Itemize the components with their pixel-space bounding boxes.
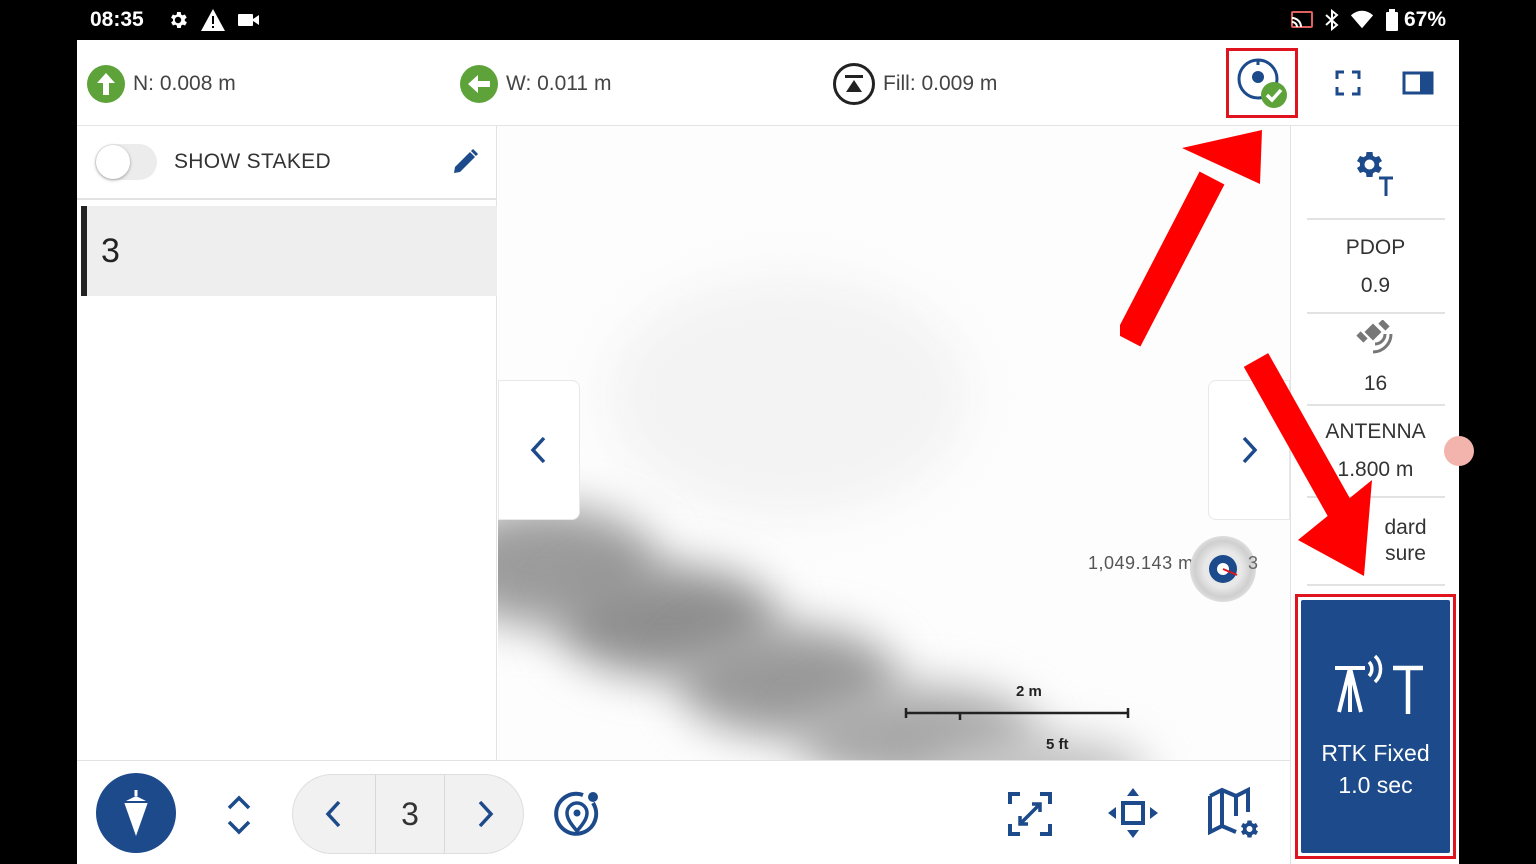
antenna-height: 1.800 m	[1337, 458, 1414, 481]
pdop-value: 0.9	[1360, 274, 1391, 297]
satellite-count: 16	[1363, 372, 1388, 395]
chevron-up-down-icon	[227, 795, 251, 835]
bottom-toolbar: 3	[77, 760, 1290, 864]
toggle-panel-button[interactable]	[1401, 66, 1435, 100]
rtk-status-button[interactable]: RTK Fixed 1.0 sec	[1295, 594, 1456, 859]
gnss-status-button[interactable]	[1226, 48, 1298, 118]
list-header: SHOW STAKED	[77, 126, 497, 200]
rtk-status-text: RTK Fixed	[1321, 740, 1430, 766]
target-point-label: 3	[1248, 553, 1259, 573]
list-item-label: 3	[101, 232, 120, 270]
measure-point-button[interactable]	[96, 773, 176, 853]
show-staked-toggle[interactable]	[95, 144, 157, 180]
scale-label-feet: 5 ft	[1046, 736, 1069, 753]
point-pager: 3	[292, 774, 524, 854]
rover-tripod-icon	[1335, 654, 1423, 714]
fullscreen-button[interactable]	[1331, 66, 1365, 100]
rtk-interval-text: 1.0 sec	[1338, 772, 1413, 798]
chevron-right-icon	[1242, 436, 1258, 464]
info-divider	[1307, 404, 1445, 406]
stake-plumb-icon	[124, 790, 148, 836]
info-divider	[1307, 312, 1445, 314]
gear-tripod-icon	[1357, 152, 1393, 196]
map-pin-target-icon	[554, 791, 599, 836]
settings-icon	[166, 8, 190, 32]
center-position-button[interactable]	[1105, 785, 1161, 841]
map-gear-icon	[1208, 786, 1258, 838]
fill-delta: Fill: 0.009 m	[833, 63, 998, 105]
scale-label-meters: 2 m	[1016, 683, 1042, 700]
west-delta-text: W: 0.011 m	[506, 72, 612, 95]
chevron-right-icon	[478, 800, 494, 828]
measure-settings-button[interactable]	[1347, 144, 1401, 198]
arrow-left-icon	[460, 65, 498, 103]
pager-current-point: 3	[375, 775, 445, 853]
status-bar: 08:35 67%	[0, 0, 1536, 40]
zoom-extents-icon	[1008, 792, 1052, 836]
pdop-label: PDOP	[1345, 236, 1406, 259]
gnss-position-check-icon	[1237, 58, 1287, 108]
position-cursor-icon	[1209, 555, 1238, 583]
fill-delta-text: Fill: 0.009 m	[883, 72, 998, 95]
west-delta: W: 0.011 m	[460, 64, 611, 104]
stakeout-delta-bar: N: 0.008 m W: 0.011 m Fill: 0.009 m	[77, 40, 1459, 126]
cast-icon	[1290, 8, 1314, 32]
bluetooth-icon	[1320, 8, 1344, 32]
side-panel-icon	[1402, 71, 1434, 95]
satellite-icon	[1353, 319, 1397, 360]
measure-method-line2: sure	[1385, 542, 1426, 565]
next-point-button[interactable]	[1208, 380, 1290, 520]
info-divider	[1307, 496, 1445, 498]
arrow-up-icon	[87, 65, 125, 103]
fill-icon	[833, 63, 875, 105]
zoom-extents-button[interactable]	[1005, 789, 1055, 839]
app-window: N: 0.008 m W: 0.011 m Fill: 0.009 m SHOW…	[77, 40, 1459, 864]
video-camera-icon	[237, 8, 261, 32]
screen-edge-indicator	[1444, 436, 1474, 466]
chevron-left-icon	[530, 436, 546, 464]
target-distance-label: 1,049.143 m	[1088, 553, 1194, 573]
north-delta: N: 0.008 m	[87, 64, 236, 104]
toggle-knob	[96, 145, 130, 179]
stakeout-list-panel: SHOW STAKED 3	[77, 126, 497, 760]
info-divider	[1307, 584, 1445, 586]
pencil-icon	[454, 148, 479, 173]
warning-icon	[201, 8, 225, 32]
north-delta-text: N: 0.008 m	[133, 72, 236, 95]
edit-list-button[interactable]	[447, 144, 483, 180]
pager-previous-button[interactable]	[293, 775, 375, 853]
antenna-label: ANTENNA	[1325, 420, 1426, 443]
fullscreen-icon	[1335, 70, 1361, 96]
pager-next-button[interactable]	[445, 775, 525, 853]
map-scale-bar	[904, 708, 1130, 720]
measure-method-line1: dard	[1384, 516, 1427, 539]
battery-percent: 67%	[1404, 8, 1447, 31]
map-view[interactable]: 1,049.143 m 3 2 m 5 ft	[498, 126, 1290, 760]
battery-icon	[1380, 8, 1404, 32]
show-staked-label: SHOW STAKED	[174, 150, 331, 173]
expand-collapse-button[interactable]	[222, 793, 256, 837]
list-item[interactable]: 3	[81, 206, 497, 296]
gnss-info-panel: PDOP 0.9 16 ANTENNA 1.800 m dard sure RT…	[1290, 126, 1459, 864]
status-time: 08:35	[90, 8, 144, 31]
current-position-marker[interactable]	[1190, 536, 1256, 602]
chevron-left-icon	[325, 800, 341, 828]
map-settings-button[interactable]	[1205, 785, 1265, 845]
wifi-icon	[1350, 8, 1374, 32]
previous-point-button[interactable]	[498, 380, 580, 520]
rtk-status-panel: RTK Fixed 1.0 sec	[1301, 600, 1450, 853]
info-divider	[1307, 218, 1445, 220]
center-arrows-icon	[1108, 788, 1158, 838]
locate-point-button[interactable]	[547, 785, 607, 845]
